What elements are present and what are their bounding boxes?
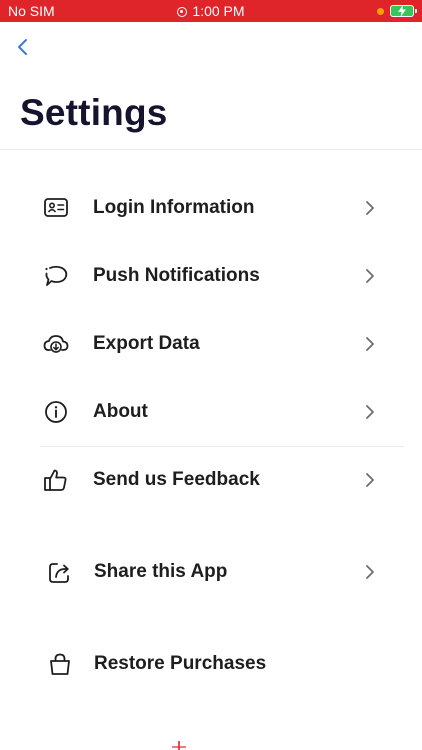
chevron-left-icon xyxy=(18,39,27,55)
page-title: Settings xyxy=(20,92,168,133)
partial-icon xyxy=(172,741,186,750)
settings-item-export-data[interactable]: Export Data xyxy=(0,316,422,372)
title-divider xyxy=(0,149,422,150)
chevron-right-icon xyxy=(366,473,374,487)
thumbs-up-icon xyxy=(44,469,67,491)
id-card-icon xyxy=(44,198,68,217)
chevron-right-icon xyxy=(366,201,374,215)
settings-item-label: Export Data xyxy=(93,333,200,354)
chevron-right-icon xyxy=(366,337,374,351)
settings-item-label: Restore Purchases xyxy=(94,653,267,674)
section-divider xyxy=(40,446,404,447)
settings-item-label: About xyxy=(93,401,148,422)
settings-item-label: Push Notifications xyxy=(93,265,260,286)
settings-item-share-app[interactable]: Share this App xyxy=(0,544,422,600)
chevron-right-icon xyxy=(366,565,374,579)
settings-item-label: Send us Feedback xyxy=(93,469,260,490)
shopping-bag-icon xyxy=(50,653,70,675)
settings-item-login-information[interactable]: Login Information xyxy=(0,180,422,236)
chevron-right-icon xyxy=(366,405,374,419)
settings-item-about[interactable]: About xyxy=(0,384,422,440)
settings-item-restore-purchases[interactable]: Restore Purchases xyxy=(0,636,422,692)
status-time: 1:00 PM xyxy=(192,3,245,19)
cloud-download-icon xyxy=(43,335,69,353)
settings-item-label: Login Information xyxy=(93,197,255,218)
settings-screen: No SIM 1:00 PM Settings Login Informatio… xyxy=(0,0,422,750)
battery-charging-icon xyxy=(390,5,417,17)
share-icon xyxy=(49,563,69,583)
status-right-indicators xyxy=(377,0,417,22)
back-button[interactable] xyxy=(14,36,34,58)
privacy-indicator-dot xyxy=(377,7,384,15)
info-circle-icon xyxy=(45,401,67,423)
status-bar: No SIM 1:00 PM xyxy=(0,0,422,22)
status-time-group: 1:00 PM xyxy=(0,0,422,22)
settings-item-label: Share this App xyxy=(94,561,228,582)
chevron-right-icon xyxy=(366,269,374,283)
settings-item-send-feedback[interactable]: Send us Feedback xyxy=(0,452,422,508)
chat-bubble-icon xyxy=(45,265,68,286)
screen-recording-icon xyxy=(177,7,188,17)
settings-item-push-notifications[interactable]: Push Notifications xyxy=(0,248,422,304)
